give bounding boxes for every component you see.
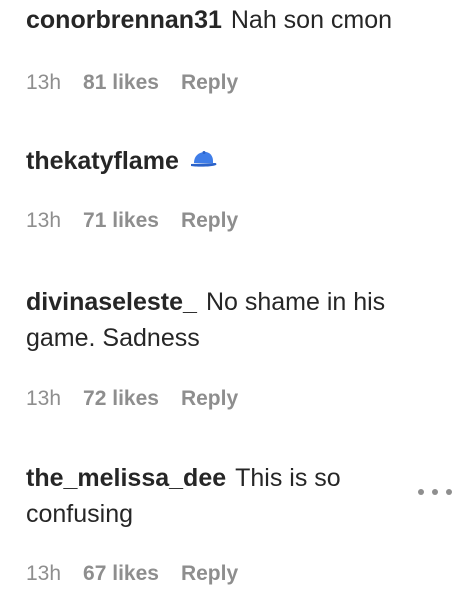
comment-meta: 13h 71 likes Reply [26,209,260,233]
comment-meta: 13h 72 likes Reply [26,387,260,411]
comment-body: the_melissa_dee This is so confusing [26,460,416,532]
comment-item: conorbrennan31 Nah son cmon 13h 81 likes Re… [26,2,416,94]
comment-time: 13h [26,71,62,94]
reply-button[interactable]: Reply [181,71,238,94]
blue-cap-icon [188,142,218,178]
reply-button[interactable]: Reply [181,562,238,585]
dot [432,489,438,495]
more-options-icon[interactable] [418,487,452,497]
comment-username[interactable]: conorbrennan31 [26,6,222,34]
comment-item: divinaseleste_ No shame in his game. Sadn… [26,284,416,410]
comment-time: 13h [26,562,62,585]
comment-item: the_melissa_dee This is so confusing 13h 6… [26,460,416,585]
comment-meta: 13h 81 likes Reply [26,71,260,95]
comment-body: divinaseleste_ No shame in his game. Sadn… [26,284,416,356]
comment-text: Nah son cmon [230,6,393,34]
comment-meta: 13h 67 likes Reply [26,562,260,586]
comment-body: thekatyflame [26,143,416,179]
dot [418,489,424,495]
comment-likes[interactable]: 71 likes [83,209,159,232]
comment-username[interactable]: thekatyflame [26,147,179,175]
comment-likes[interactable]: 81 likes [83,71,159,94]
comment-likes[interactable]: 72 likes [83,387,159,410]
comment-username[interactable]: divinaseleste_ [26,288,197,316]
reply-button[interactable]: Reply [181,209,238,232]
comment-time: 13h [26,209,62,232]
reply-button[interactable]: Reply [181,387,238,410]
comment-body: conorbrennan31 Nah son cmon [26,2,416,38]
comment-time: 13h [26,387,62,410]
comment-likes[interactable]: 67 likes [83,562,159,585]
comment-item: thekatyflame 13h 71 likes Reply [26,143,416,232]
dot [446,489,452,495]
comment-username[interactable]: the_melissa_dee [26,464,226,492]
